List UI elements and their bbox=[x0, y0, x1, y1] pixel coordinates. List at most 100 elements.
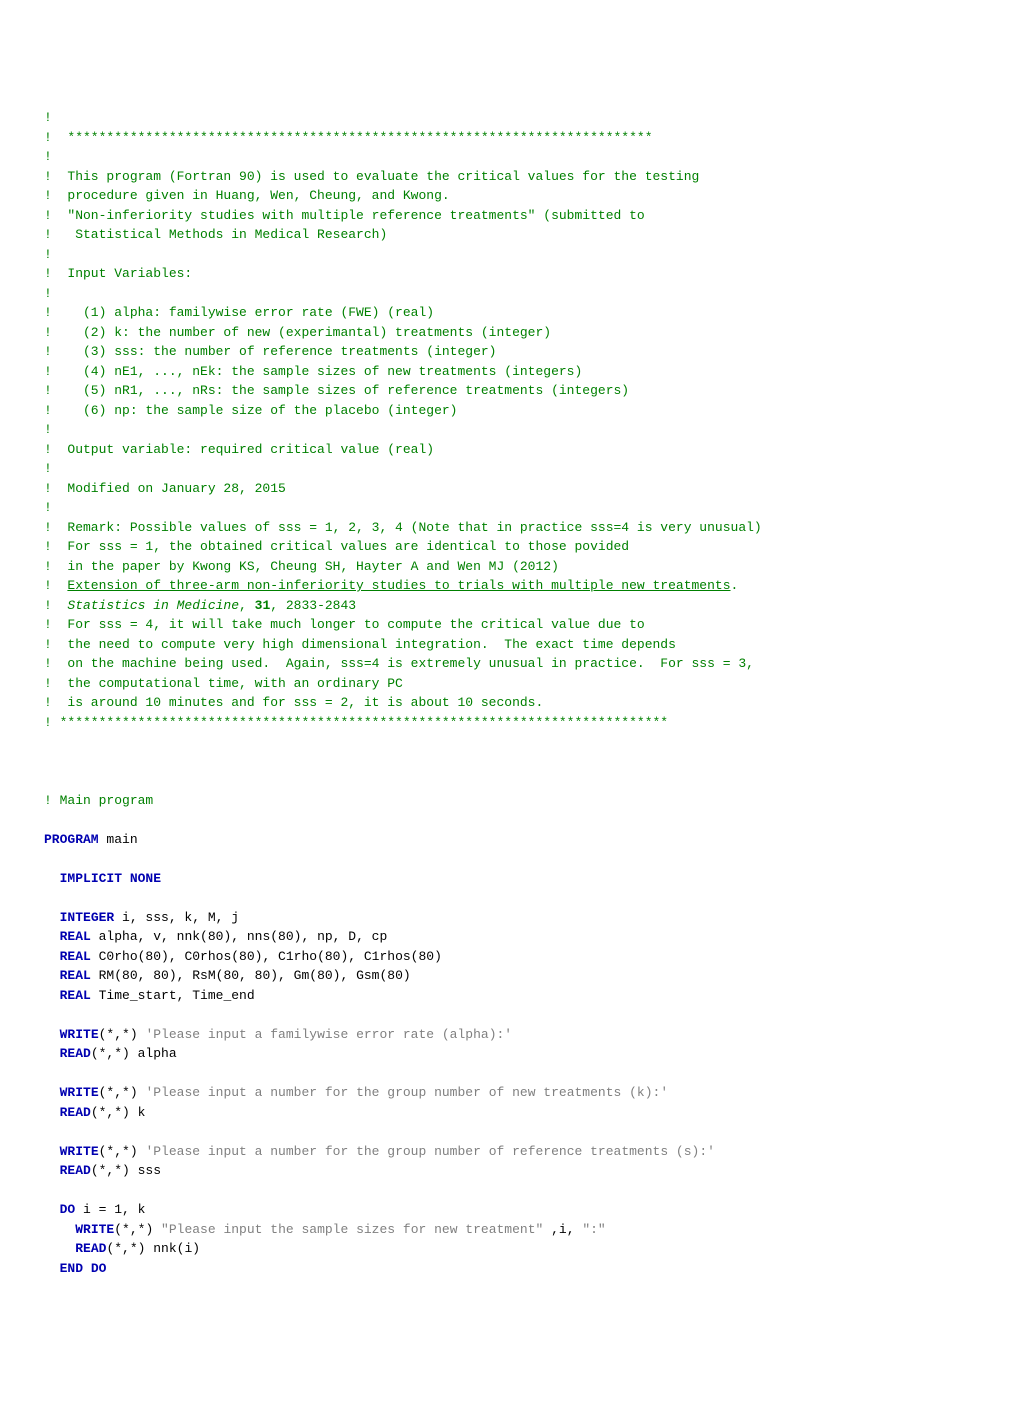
code-token: ! (1) alpha: familywise error rate (FWE)… bbox=[44, 305, 434, 320]
code-token bbox=[44, 929, 60, 944]
code-line: REAL Time_start, Time_end bbox=[44, 986, 976, 1006]
code-token: ! procedure given in Huang, Wen, Cheung,… bbox=[44, 188, 450, 203]
code-line: ! procedure given in Huang, Wen, Cheung,… bbox=[44, 186, 976, 206]
code-token bbox=[44, 1027, 60, 1042]
code-line: ! Remark: Possible values of sss = 1, 2,… bbox=[44, 518, 976, 538]
code-token: ! bbox=[44, 286, 52, 301]
code-token: REAL bbox=[60, 929, 91, 944]
code-token: ! Input Variables: bbox=[44, 266, 192, 281]
code-line: ! (2) k: the number of new (experimantal… bbox=[44, 323, 976, 343]
code-line: ! Main program bbox=[44, 791, 976, 811]
code-token bbox=[44, 1105, 60, 1120]
code-line: ! bbox=[44, 459, 976, 479]
code-token: REAL bbox=[60, 949, 91, 964]
code-line: ! Statistical Methods in Medical Researc… bbox=[44, 225, 976, 245]
code-token: 31 bbox=[255, 598, 271, 613]
code-token: END DO bbox=[60, 1261, 107, 1276]
code-line: WRITE(*,*) 'Please input a familywise er… bbox=[44, 1025, 976, 1045]
code-token: READ bbox=[75, 1241, 106, 1256]
code-line: ! the need to compute very high dimensio… bbox=[44, 635, 976, 655]
code-line: ! (5) nR1, ..., nRs: the sample sizes of… bbox=[44, 381, 976, 401]
code-token: ! Modified on January 28, 2015 bbox=[44, 481, 286, 496]
code-token: ! the need to compute very high dimensio… bbox=[44, 637, 676, 652]
code-token bbox=[44, 968, 60, 983]
code-token: ! For sss = 1, the obtained critical val… bbox=[44, 539, 629, 554]
code-token: INTEGER bbox=[60, 910, 115, 925]
code-token: ! bbox=[44, 461, 52, 476]
code-token: ! on the machine being used. Again, sss=… bbox=[44, 656, 754, 671]
code-token: DO bbox=[60, 1202, 76, 1217]
code-token: (*,*) bbox=[99, 1085, 146, 1100]
code-line: WRITE(*,*) 'Please input a number for th… bbox=[44, 1083, 976, 1103]
code-token: ! bbox=[44, 110, 52, 125]
code-line bbox=[44, 810, 976, 830]
code-line: ! Input Variables: bbox=[44, 264, 976, 284]
code-line: ! (1) alpha: familywise error rate (FWE)… bbox=[44, 303, 976, 323]
code-token bbox=[44, 1144, 60, 1159]
code-token: ! bbox=[44, 149, 52, 164]
code-token: i, sss, k, M, j bbox=[114, 910, 239, 925]
code-line: READ(*,*) sss bbox=[44, 1161, 976, 1181]
code-token bbox=[44, 1163, 60, 1178]
code-token: (*,*) alpha bbox=[91, 1046, 177, 1061]
code-token: (*,*) bbox=[99, 1027, 146, 1042]
code-line: ! the computational time, with an ordina… bbox=[44, 674, 976, 694]
code-line: ! (4) nE1, ..., nEk: the sample sizes of… bbox=[44, 362, 976, 382]
code-token: ! (2) k: the number of new (experimantal… bbox=[44, 325, 551, 340]
code-line: ! bbox=[44, 147, 976, 167]
code-token: i = 1, k bbox=[75, 1202, 145, 1217]
code-token: ! (4) nE1, ..., nEk: the sample sizes of… bbox=[44, 364, 582, 379]
code-token bbox=[44, 1261, 60, 1276]
code-token: ! the computational time, with an ordina… bbox=[44, 676, 403, 691]
code-line bbox=[44, 752, 976, 772]
code-token: Statistics in Medicine bbox=[67, 598, 239, 613]
code-token: ! is around 10 minutes and for sss = 2, … bbox=[44, 695, 543, 710]
code-line: INTEGER i, sss, k, M, j bbox=[44, 908, 976, 928]
code-line bbox=[44, 1005, 976, 1025]
code-token: READ bbox=[60, 1163, 91, 1178]
code-line: ! For sss = 1, the obtained critical val… bbox=[44, 537, 976, 557]
code-line: ! bbox=[44, 108, 976, 128]
code-line bbox=[44, 1122, 976, 1142]
code-token: REAL bbox=[60, 988, 91, 1003]
code-token: (*,*) bbox=[99, 1144, 146, 1159]
code-token bbox=[44, 988, 60, 1003]
code-token: , bbox=[239, 598, 255, 613]
code-line: ! (3) sss: the number of reference treat… bbox=[44, 342, 976, 362]
code-line: READ(*,*) alpha bbox=[44, 1044, 976, 1064]
code-token: ! bbox=[44, 422, 52, 437]
code-token: ! bbox=[44, 500, 52, 515]
code-token: ! Remark: Possible values of sss = 1, 2,… bbox=[44, 520, 762, 535]
code-token: "Please input the sample sizes for new t… bbox=[161, 1222, 543, 1237]
code-token: ! bbox=[44, 598, 67, 613]
code-token: WRITE bbox=[60, 1085, 99, 1100]
code-line: ! in the paper by Kwong KS, Cheung SH, H… bbox=[44, 557, 976, 577]
code-line: ! Statistics in Medicine, 31, 2833-2843 bbox=[44, 596, 976, 616]
code-token: (*,*) k bbox=[91, 1105, 146, 1120]
code-token: (*,*) bbox=[114, 1222, 161, 1237]
code-token bbox=[44, 1241, 75, 1256]
code-line bbox=[44, 771, 976, 791]
code-token: (*,*) nnk(i) bbox=[106, 1241, 200, 1256]
code-token: C0rho(80), C0rhos(80), C1rho(80), C1rhos… bbox=[91, 949, 442, 964]
code-line: END DO bbox=[44, 1259, 976, 1279]
code-token: ! **************************************… bbox=[44, 130, 653, 145]
code-token: ! Output variable: required critical val… bbox=[44, 442, 434, 457]
code-line: ! "Non-inferiority studies with multiple… bbox=[44, 206, 976, 226]
code-token bbox=[44, 949, 60, 964]
code-token: alpha, v, nnk(80), nns(80), np, D, cp bbox=[91, 929, 387, 944]
code-token: WRITE bbox=[75, 1222, 114, 1237]
code-token: ! This program (Fortran 90) is used to e… bbox=[44, 169, 699, 184]
code-line: ! **************************************… bbox=[44, 128, 976, 148]
code-token: 'Please input a number for the group num… bbox=[145, 1085, 668, 1100]
code-token: ! (3) sss: the number of reference treat… bbox=[44, 344, 496, 359]
code-line: READ(*,*) k bbox=[44, 1103, 976, 1123]
code-token: ! (6) np: the sample size of the placebo… bbox=[44, 403, 457, 418]
code-token: Extension of three-arm non-inferiority s… bbox=[67, 578, 730, 593]
code-line: ! Output variable: required critical val… bbox=[44, 440, 976, 460]
code-token: PROGRAM bbox=[44, 832, 99, 847]
code-token: READ bbox=[60, 1046, 91, 1061]
code-line: REAL alpha, v, nnk(80), nns(80), np, D, … bbox=[44, 927, 976, 947]
code-token: main bbox=[99, 832, 138, 847]
code-line: ! **************************************… bbox=[44, 713, 976, 733]
